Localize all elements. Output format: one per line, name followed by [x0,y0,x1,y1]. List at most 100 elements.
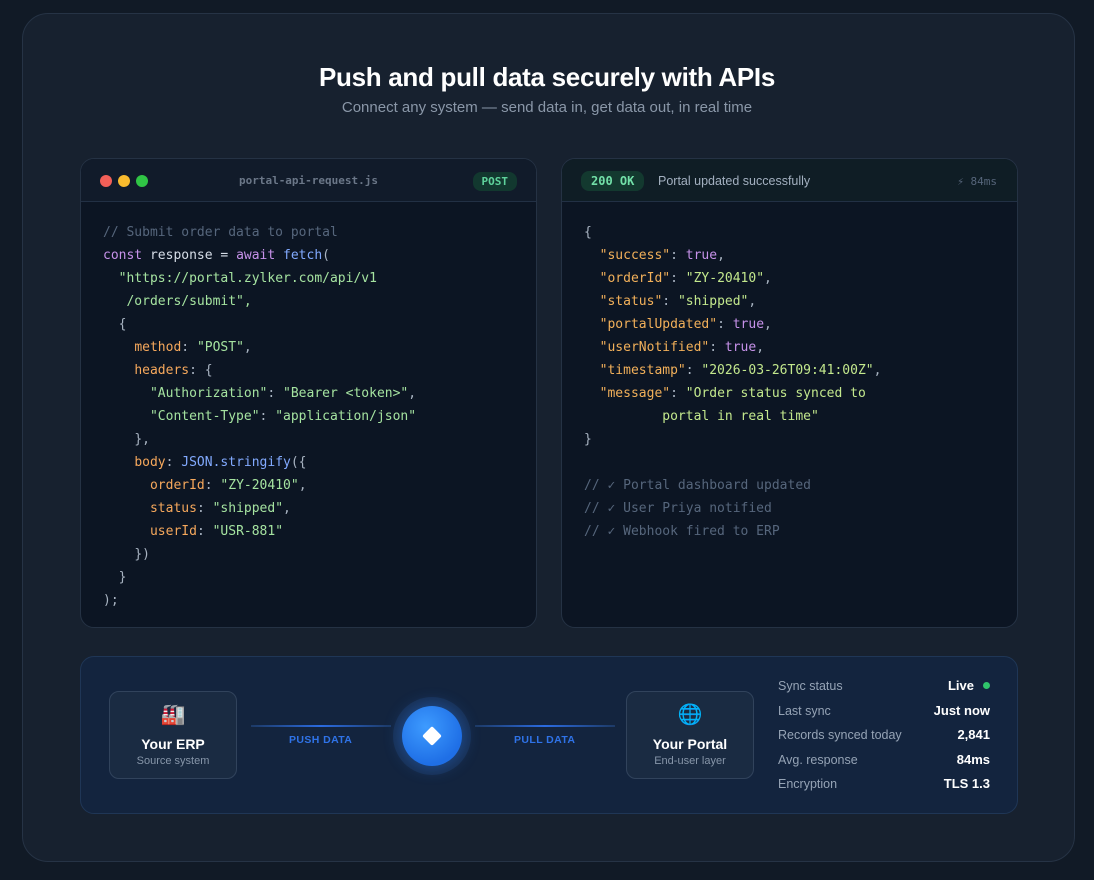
json-value: "ZY-20410" [685,271,765,286]
code-punctuation: ({ [290,455,307,470]
json-value: true [732,317,765,332]
request-code-block: // Submit order data to portal const res… [103,221,416,612]
page-subtitle: Connect any system — send data in, get d… [341,99,753,116]
json-key: "success" [599,248,671,263]
json-value: "Order status synced to [685,386,866,401]
request-panel-header: portal-api-request.js POST [81,159,536,202]
json-key: "orderId" [599,271,671,286]
code-key: headers [134,363,190,378]
stat-label: Last sync [778,703,831,718]
sync-flow-panel: 🏭 Your ERP Source system PUSH DATA PULL … [80,656,1018,814]
erp-node-title: Your ERP [141,736,205,752]
code-string: "application/json" [275,409,417,424]
erp-node[interactable]: 🏭 Your ERP Source system [109,691,237,779]
portal-node-subtitle: End-user layer [654,755,726,767]
code-comment: // Submit order data to portal [103,225,338,240]
code-punctuation: : [267,386,284,401]
latency-indicator: ⚡ 84ms [957,175,997,188]
request-code-panel: portal-api-request.js POST // Submit ord… [80,158,537,628]
json-key: "userNotified" [599,340,710,355]
json-key: "portalUpdated" [599,317,718,332]
pull-data-label: PULL DATA [514,734,576,746]
code-punctuation: : [204,478,221,493]
code-punctuation: : [196,524,213,539]
code-string: "Content-Type" [149,409,260,424]
stat-value: Live [947,678,974,693]
stat-row-encryption: Encryption TLS 1.3 [778,775,990,800]
json-value: true [685,248,718,263]
sync-stats: Sync status Live Last sync Just now Reco… [778,677,990,800]
code-keyword: await [236,248,276,263]
push-connector-line [251,725,391,727]
code-punctuation: , [298,478,307,493]
code-comment: // ✓ Portal dashboard updated [584,478,811,493]
portal-node-title: Your Portal [652,736,728,752]
code-punctuation: : { [189,363,213,378]
json-key: "message" [599,386,671,401]
code-string: "Bearer <token>" [283,386,409,401]
code-punctuation: : [196,501,213,516]
code-text: response = [142,248,237,263]
json-value-continued: portal in real time" [662,409,819,424]
stat-value: Just now [933,702,990,718]
code-punctuation: }) [134,547,150,562]
response-code-panel: 200 OK Portal updated successfully ⚡ 84m… [561,158,1018,628]
pull-connector-line [475,725,615,727]
code-string: "shipped" [212,501,284,516]
stat-value: 84ms [956,751,990,767]
code-punctuation: ( [322,248,330,263]
globe-icon: 🌐 [677,704,703,726]
stat-row-records: Records synced today 2,841 [778,726,990,751]
code-punctuation: , [283,501,291,516]
code-punctuation: { [584,225,592,240]
code-key: method [134,340,182,355]
code-key: userId [149,524,197,539]
code-key: status [149,501,197,516]
code-punctuation: , [408,386,417,401]
api-hub[interactable] [402,706,462,766]
stat-value-wrap: Live [948,678,990,693]
json-key: "status" [599,294,663,309]
stat-label: Encryption [778,777,838,791]
code-comment: // ✓ User Priya notified [584,501,772,516]
erp-node-subtitle: Source system [136,755,210,767]
status-message: Portal updated successfully [658,174,811,188]
request-filename: portal-api-request.js [238,174,379,187]
json-key: "timestamp" [599,363,686,378]
factory-icon: 🏭 [160,704,186,726]
http-method-badge: POST [472,172,517,191]
code-key: body [134,455,166,470]
json-value: "shipped" [677,294,749,309]
code-punctuation: ); [103,593,119,608]
code-string: "https://portal.zylker.com/api/v1 [118,271,377,286]
stat-row-sync-status: Sync status Live [778,677,990,702]
code-punctuation: { [118,317,127,332]
stat-row-response: Avg. response 84ms [778,751,990,776]
code-keyword: const [103,248,143,263]
code-string: "ZY-20410" [220,478,299,493]
code-punctuation: : [181,340,197,355]
code-comment: // ✓ Webhook fired to ERP [584,524,780,539]
portal-node[interactable]: 🌐 Your Portal End-user layer [626,691,754,779]
response-code-block: { "success": true, "orderId": "ZY-20410"… [584,225,882,539]
code-punctuation: } [584,432,592,447]
code-punctuation: }, [134,432,150,447]
code-string: "USR-881" [212,524,284,539]
stat-value: 2,841 [957,727,990,742]
code-punctuation: } [118,570,127,585]
stat-value: TLS 1.3 [943,776,990,791]
stat-label: Records synced today [778,728,902,742]
status-code-badge: 200 OK [581,171,645,191]
code-key: orderId [149,478,205,493]
code-punctuation: : [259,409,276,424]
code-string: "POST" [196,340,244,355]
push-data-label: PUSH DATA [289,734,353,746]
json-value: "2026-03-26T09:41:00Z" [701,363,874,378]
json-value: true [724,340,757,355]
stat-row-last-sync: Last sync Just now [778,702,990,727]
diamond-icon [422,726,442,746]
code-function: JSON.stringify [181,455,291,470]
stat-label: Sync status [778,679,843,693]
stat-label: Avg. response [778,752,858,767]
code-punctuation: : [165,455,182,470]
